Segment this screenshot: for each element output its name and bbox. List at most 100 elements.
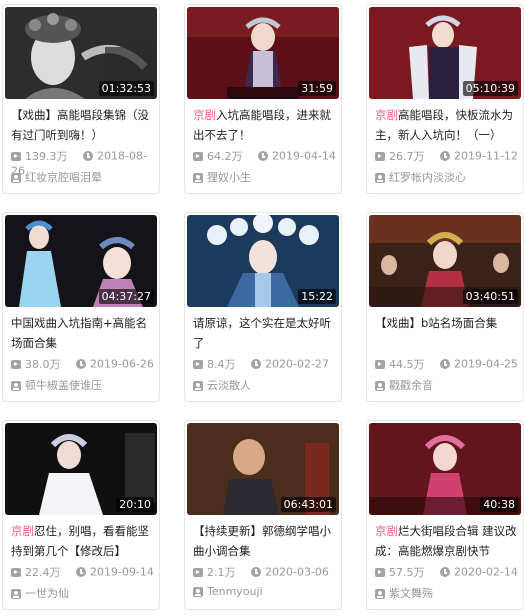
video-card[interactable]: 05:10:39 京剧高能唱段，快板流水为主，新人入坑向！（一） 26.7万 2… [366,4,524,194]
video-duration: 20:10 [116,497,154,512]
video-duration: 01:32:53 [98,81,154,96]
clock-icon [76,359,86,369]
uploader-name: 红罗帐内淡淡心 [389,171,466,184]
video-card[interactable]: 20:10 京剧忍住，别唱，看看能坚持到第几个【修改后】 22.4万 2019-… [2,420,160,610]
title-text: 【持续更新】郭德纲学唱小曲小调合集 [193,524,331,558]
clock-icon [251,567,261,577]
view-count: 22.4万 [25,566,61,579]
video-title[interactable]: 京剧烂大街唱段合辑 建议改成：高能燃爆京剧快节 [375,521,517,561]
video-stats: 8.4万 2020-02-27 [193,356,339,372]
uploader-name: 紫文舞殇 [389,587,433,600]
view-count: 8.4万 [207,358,236,371]
video-card[interactable]: 06:43:01 【持续更新】郭德纲学唱小曲小调合集 2.1万 2020-03-… [184,420,342,610]
video-thumbnail[interactable]: 01:32:53 [5,7,157,99]
video-title[interactable]: 【戏曲】高能唱段集锦（没有过门听到嗨！） [11,105,153,145]
video-title[interactable]: 京剧忍住，别唱，看看能坚持到第几个【修改后】 [11,521,153,561]
uploader-link[interactable]: 红妆京腔唱泪晕 [11,169,157,185]
video-thumbnail[interactable]: 31:59 [187,7,339,99]
video-thumbnail[interactable]: 03:40:51 [369,215,521,307]
clock-icon [83,151,93,161]
title-text: 中国戏曲入坑指南+高能名场面合集 [11,316,148,350]
title-text: 请原谅，这个实在是太好听了 [193,316,331,350]
video-title[interactable]: 【持续更新】郭德纲学唱小曲小调合集 [193,521,335,561]
video-stats: 2.1万 2020-03-06 [193,564,339,580]
clock-icon [76,567,86,577]
video-stats: 64.2万 2019-04-14 [193,148,339,164]
video-thumbnail[interactable]: 20:10 [5,423,157,515]
upload-date: 2019-04-14 [272,149,336,163]
uploader-name: Tenmyouji [207,585,263,598]
view-count: 2.1万 [207,566,236,579]
video-thumbnail[interactable]: 04:37:27 [5,215,157,307]
video-card[interactable]: 40:38 京剧烂大街唱段合辑 建议改成：高能燃爆京剧快节 57.5万 2020… [366,420,524,610]
video-card[interactable]: 15:22 请原谅，这个实在是太好听了 8.4万 2020-02-27 云淡散人 [184,212,342,402]
video-thumbnail[interactable]: 05:10:39 [369,7,521,99]
title-text: 【戏曲】b站名场面合集 [375,316,498,330]
view-count: 26.7万 [389,150,425,163]
view-count: 44.5万 [389,358,425,371]
video-stats: 139.3万 2018-08-26 [11,148,157,178]
play-count-icon [193,359,203,369]
uploader-name: 一世为仙 [25,587,69,600]
title-text: 【戏曲】高能唱段集锦（没有过门听到嗨！） [11,108,149,142]
play-count-icon [11,567,21,577]
uploader-link[interactable]: Tenmyouji [193,585,339,598]
video-thumbnail[interactable]: 40:38 [369,423,521,515]
video-duration: 15:22 [298,289,336,304]
video-stats: 26.7万 2019-11-12 [375,148,521,164]
video-stats: 38.0万 2019-06-26 [11,356,157,372]
uploader-link[interactable]: 紫文舞殇 [375,585,521,601]
video-duration: 31:59 [298,81,336,96]
video-title[interactable]: 请原谅，这个实在是太好听了 [193,313,335,353]
uploader-name: 戳戳余音 [389,379,433,392]
uploader-link[interactable]: 云淡散人 [193,377,339,393]
clock-icon [440,359,450,369]
video-stats: 57.5万 2020-02-14 [375,564,521,580]
uploader-link[interactable]: 顿牛椒盖使谁压 [11,377,157,393]
video-duration: 04:37:27 [98,289,154,304]
uploader-link[interactable]: 狸奴小生 [193,169,339,185]
video-card[interactable]: 04:37:27 中国戏曲入坑指南+高能名场面合集 38.0万 2019-06-… [2,212,160,402]
uploader-icon [375,589,385,599]
uploader-link[interactable]: 红罗帐内淡淡心 [375,169,521,185]
play-count-icon [11,151,21,161]
clock-icon [440,567,450,577]
video-card[interactable]: 31:59 京剧入坑高能唱段，进来就出不去了！ 64.2万 2019-04-14… [184,4,342,194]
video-duration: 40:38 [480,497,518,512]
video-title[interactable]: 京剧入坑高能唱段，进来就出不去了！ [193,105,335,145]
uploader-icon [375,173,385,183]
clock-icon [251,359,261,369]
play-count-icon [375,359,385,369]
play-count-icon [375,151,385,161]
uploader-name: 顿牛椒盖使谁压 [25,379,102,392]
video-title[interactable]: 【戏曲】b站名场面合集 [375,313,517,353]
video-card[interactable]: 03:40:51 【戏曲】b站名场面合集 44.5万 2019-04-25 戳戳… [366,212,524,402]
uploader-link[interactable]: 一世为仙 [11,585,157,601]
view-count: 38.0万 [25,358,61,371]
video-title[interactable]: 中国戏曲入坑指南+高能名场面合集 [11,313,153,353]
video-card[interactable]: 01:32:53 【戏曲】高能唱段集锦（没有过门听到嗨！） 139.3万 201… [2,4,160,194]
upload-date: 2019-11-12 [454,149,518,163]
uploader-icon [193,381,203,391]
uploader-name: 狸奴小生 [207,171,251,184]
title-tag: 京剧 [375,108,398,122]
uploader-icon [193,587,203,597]
video-thumbnail[interactable]: 06:43:01 [187,423,339,515]
uploader-name: 云淡散人 [207,379,251,392]
video-thumbnail[interactable]: 15:22 [187,215,339,307]
uploader-link[interactable]: 戳戳余音 [375,377,521,393]
play-count-icon [193,567,203,577]
video-title[interactable]: 京剧高能唱段，快板流水为主，新人入坑向！（一） [375,105,517,145]
view-count: 64.2万 [207,150,243,163]
uploader-name: 红妆京腔唱泪晕 [25,171,102,184]
play-count-icon [375,567,385,577]
title-tag: 京剧 [375,524,398,538]
upload-date: 2019-04-25 [454,357,518,371]
uploader-icon [11,381,21,391]
upload-date: 2019-06-26 [90,357,154,371]
play-count-icon [193,151,203,161]
video-duration: 05:10:39 [462,81,518,96]
title-tag: 京剧 [193,108,216,122]
title-tag: 京剧 [11,524,34,538]
upload-date: 2019-09-14 [90,565,154,579]
